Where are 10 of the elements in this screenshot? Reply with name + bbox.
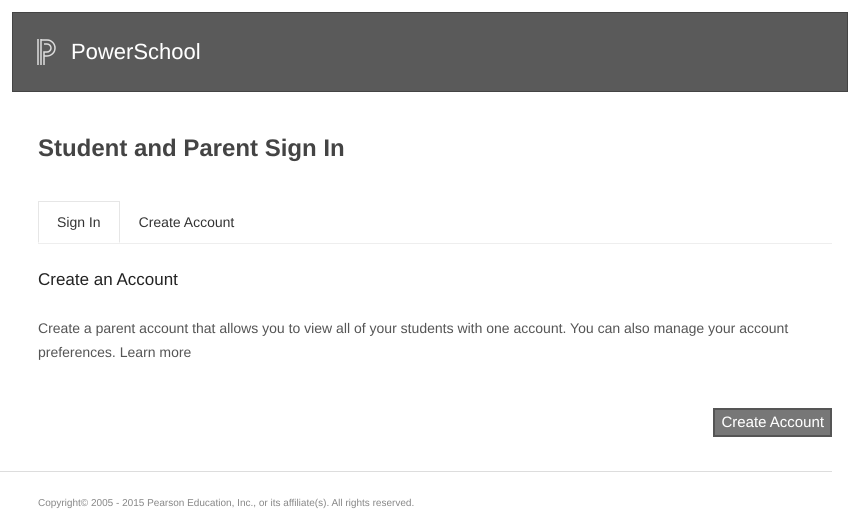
page-title: Student and Parent Sign In — [38, 135, 346, 163]
logo-icon — [35, 37, 57, 67]
learn-more-link[interactable]: Learn more — [120, 344, 192, 360]
tab[interactable]: Sign In — [38, 201, 120, 243]
section-heading: Create an Account — [38, 270, 179, 290]
create-account-button[interactable]: Create Account — [713, 408, 832, 437]
copyright-text: Copyright© 2005 - 2015 Pearson Education, Inc., or its affiliate(s). All rights reserved. — [38, 498, 416, 509]
brand-name: PowerSchool — [71, 39, 201, 65]
description-text: Create a parent account that allows you to view all of your students with one account. You can also manage your account preferences. Learn more — [38, 319, 790, 362]
tab[interactable]: Create Account — [120, 201, 254, 243]
